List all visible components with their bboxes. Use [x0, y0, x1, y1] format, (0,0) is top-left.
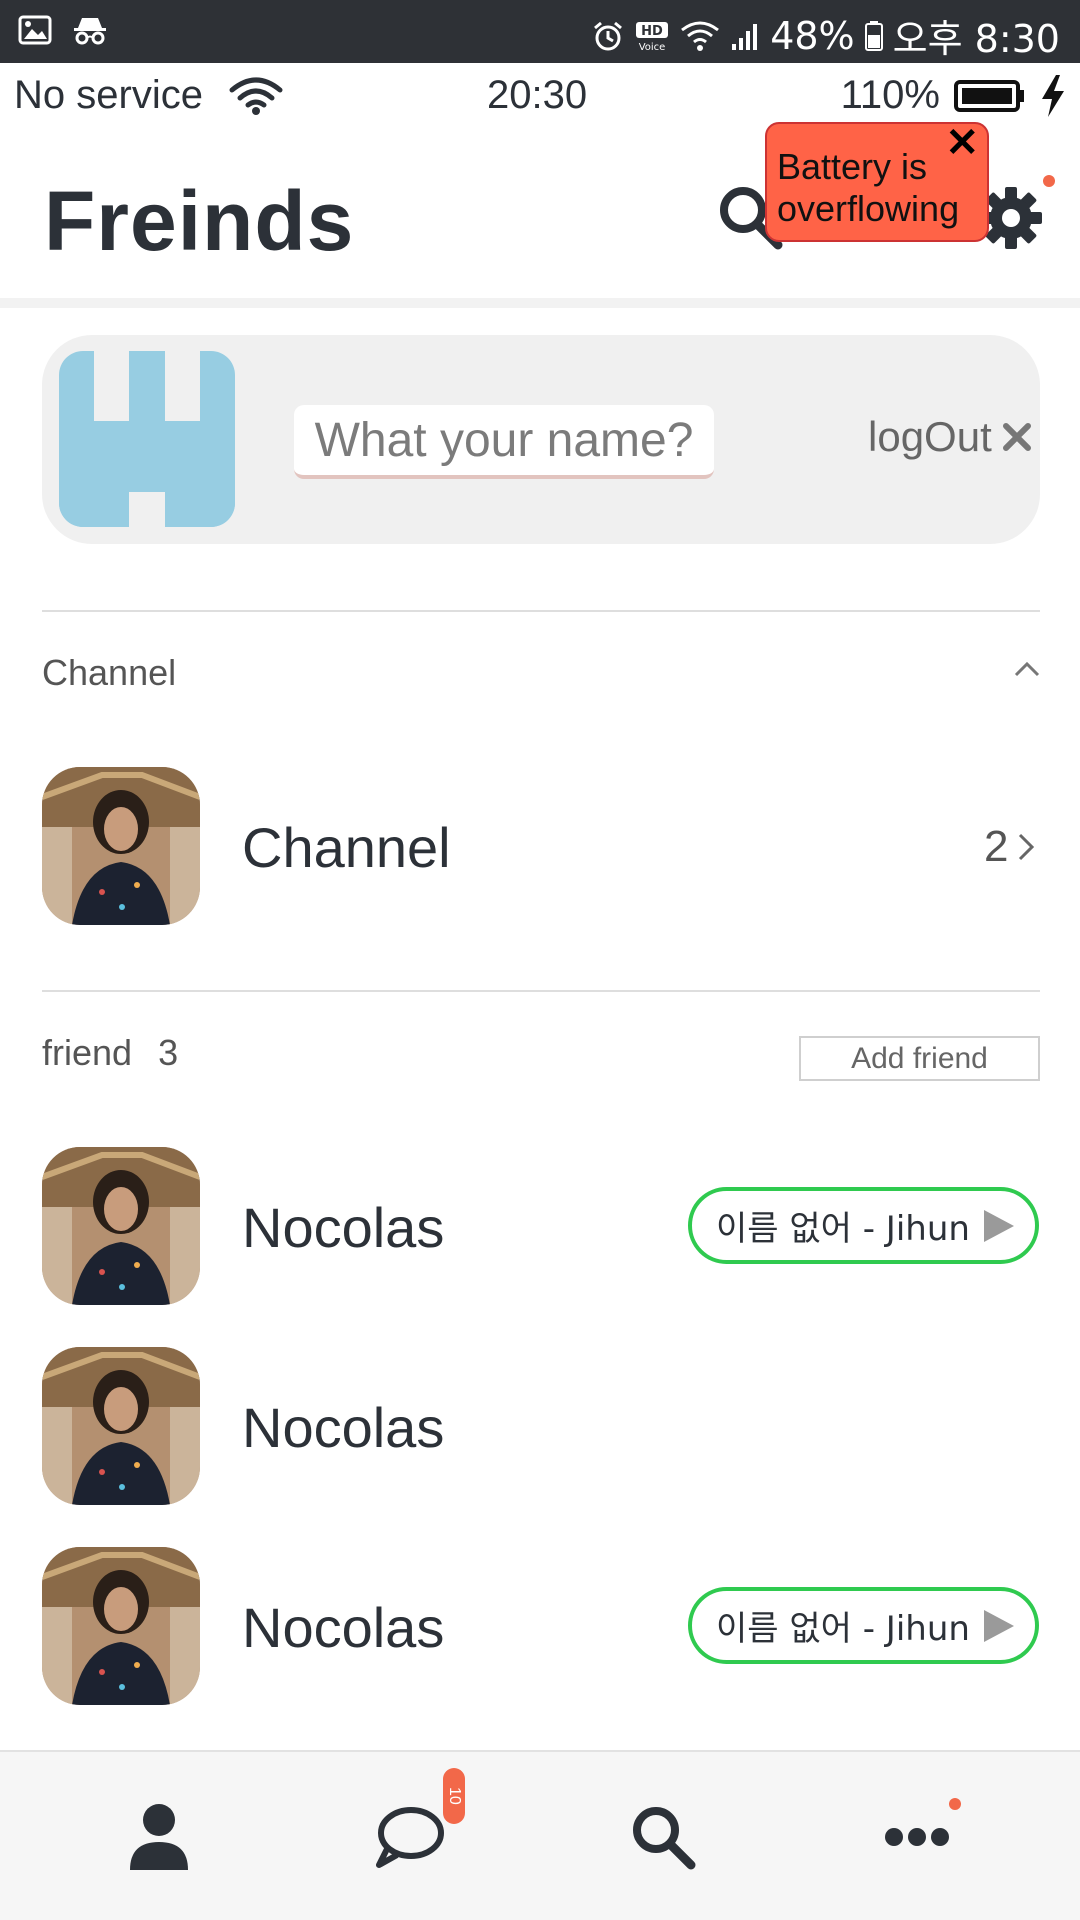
identicon-image [59, 351, 235, 527]
friend-status-text: 이름 없어 - Jihun [716, 1209, 970, 1249]
friend-avatar[interactable] [42, 1547, 200, 1705]
friend-section-label: friend [42, 1032, 133, 1073]
logout-button[interactable]: logOut [868, 413, 1032, 461]
chevron-right-icon [1019, 833, 1035, 861]
friend-avatar[interactable] [42, 1347, 200, 1505]
toast-message: Battery is overflowing [777, 146, 960, 229]
channel-section-label: Channel [42, 652, 177, 693]
profile-card: logOut [42, 335, 1040, 544]
friend-status-pill[interactable]: 이름 없어 - Jihun [688, 1187, 1039, 1264]
search-icon [633, 1807, 696, 1870]
bottom-navigation: 10 [0, 1750, 1080, 1920]
more-dots-icon [885, 1828, 949, 1846]
wifi-icon [229, 77, 283, 115]
incognito-icon [74, 18, 106, 45]
wifi-icon [680, 20, 720, 52]
play-icon [983, 1609, 1014, 1642]
battery-icon [864, 20, 883, 51]
signal-icon [730, 20, 760, 52]
channel-name[interactable]: Channel [242, 815, 451, 880]
hd-voice-icon: HD Voice [634, 20, 670, 52]
logout-label: logOut [868, 413, 992, 460]
channel-avatar[interactable] [42, 767, 200, 925]
alarm-icon [592, 20, 624, 52]
battery-toast: Battery is overflowing ✕ [765, 122, 989, 242]
friend-status-text: 이름 없어 - Jihun [716, 1609, 970, 1649]
person-photo [42, 1147, 200, 1305]
toast-close-button[interactable]: ✕ [945, 122, 979, 164]
svg-text:Voice: Voice [639, 42, 666, 52]
svg-text:HD: HD [641, 24, 663, 39]
divider [42, 610, 1040, 612]
nav-search-tab[interactable] [618, 1792, 708, 1882]
settings-notification-dot [1043, 175, 1055, 187]
page-title: Freinds [44, 174, 355, 268]
service-status: No service [14, 73, 203, 117]
gallery-icon [18, 15, 52, 45]
collapse-channel-button[interactable] [1012, 655, 1042, 685]
friend-status-pill[interactable]: 이름 없어 - Jihun [688, 1587, 1039, 1664]
person-photo [42, 1347, 200, 1505]
charging-bolt-icon [1042, 74, 1064, 117]
close-icon [1002, 423, 1031, 451]
nav-friends-tab[interactable] [114, 1792, 204, 1882]
battery-full-icon [954, 79, 1024, 112]
divider [42, 990, 1040, 992]
person-photo [42, 1547, 200, 1705]
name-input[interactable] [294, 405, 714, 479]
person-icon [130, 1804, 188, 1870]
friend-avatar[interactable] [42, 1147, 200, 1305]
person-photo [42, 767, 200, 925]
chevron-up-icon [1014, 661, 1040, 677]
channel-count-link[interactable]: 2 [984, 822, 1036, 872]
profile-identicon[interactable] [59, 351, 235, 527]
system-battery-percent: 48% [770, 13, 855, 58]
friend-name[interactable]: Nocolas [242, 1395, 444, 1460]
header-separator [0, 298, 1080, 308]
chat-badge: 10 [443, 1768, 465, 1824]
app-clock: 20:30 [487, 73, 588, 117]
friend-name[interactable]: Nocolas [242, 1595, 444, 1660]
app-battery-percent: 110% [840, 73, 940, 117]
system-status-bar: HD Voice 48% 오후 8:30 [0, 0, 1080, 63]
system-clock: 오후 8:30 [892, 17, 1060, 61]
channel-count: 2 [984, 822, 1009, 871]
chat-bubble-icon [376, 1807, 444, 1868]
nav-chats-tab[interactable] [364, 1792, 454, 1882]
add-friend-button[interactable]: Add friend [799, 1036, 1040, 1081]
play-icon [983, 1209, 1014, 1242]
more-notification-dot [949, 1798, 961, 1810]
friend-count: 3 [158, 1032, 179, 1073]
friend-name[interactable]: Nocolas [242, 1195, 444, 1260]
